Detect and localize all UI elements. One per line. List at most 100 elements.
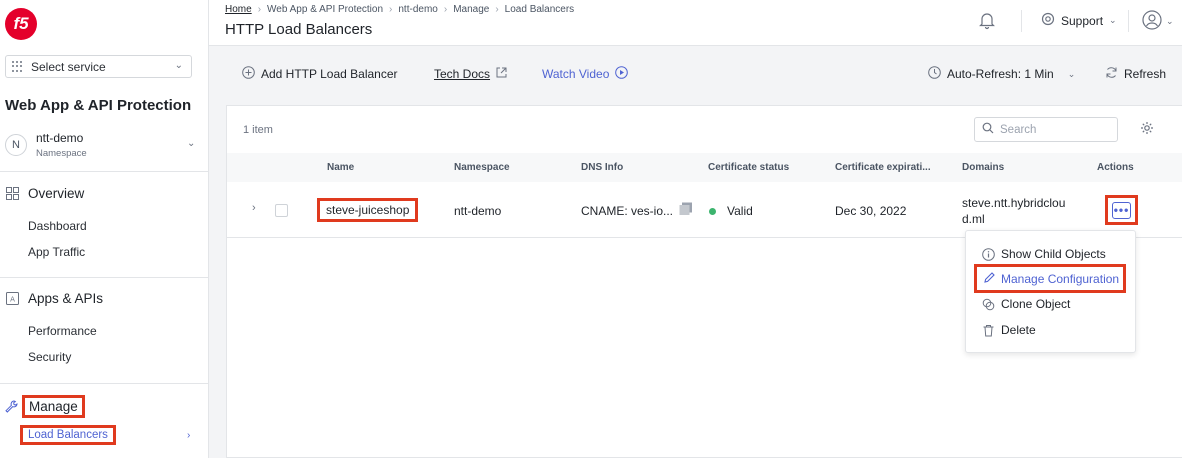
add-load-balancer-label: Add HTTP Load Balancer: [261, 67, 398, 81]
external-link-icon: [496, 66, 507, 81]
menu-item-delete[interactable]: Delete: [982, 323, 1036, 337]
refresh-label: Refresh: [1124, 67, 1167, 81]
play-circle-icon: [615, 66, 629, 82]
row-certificate-status: Valid: [727, 204, 753, 218]
auto-refresh-select[interactable]: Auto-Refresh: 1 Min ⌄: [928, 66, 1075, 82]
support-label: Support: [1061, 13, 1104, 28]
row-actions-menu: Show Child Objects Manage Configuration …: [965, 230, 1136, 353]
row-actions-button[interactable]: •••: [1105, 195, 1138, 225]
plus-circle-icon: [242, 66, 255, 82]
menu-item-show-child-objects[interactable]: Show Child Objects: [982, 247, 1106, 261]
row-domains-line1: steve.ntt.hybridclou: [962, 196, 1066, 210]
breadcrumb-item[interactable]: ntt-demo: [398, 4, 437, 15]
page-title: HTTP Load Balancers: [225, 21, 373, 38]
breadcrumb-home[interactable]: Home: [225, 4, 252, 15]
namespace-label: Namespace: [36, 148, 87, 159]
pencil-icon: [983, 271, 996, 287]
trash-icon: [982, 324, 995, 337]
breadcrumb-item[interactable]: Manage: [453, 4, 489, 15]
chevron-down-icon: ⌄: [1166, 16, 1174, 26]
search-placeholder: Search: [1000, 123, 1037, 136]
menu-item-manage-configuration[interactable]: Manage Configuration: [974, 264, 1126, 293]
header-divider: [1021, 10, 1022, 32]
menu-item-label: Manage Configuration: [1001, 271, 1120, 286]
breadcrumb-separator: ›: [257, 4, 262, 15]
breadcrumb-separator: ›: [443, 4, 448, 15]
service-select-label: Select service: [31, 59, 106, 74]
namespace-avatar: N: [5, 134, 27, 156]
watch-video-label: Watch Video: [542, 67, 610, 81]
column-header-namespace[interactable]: Namespace: [454, 162, 510, 173]
user-avatar-icon: [1142, 10, 1162, 33]
row-domains-line2: d.ml: [962, 212, 985, 226]
breadcrumb-separator: ›: [389, 4, 393, 15]
sidebar-divider: [0, 277, 208, 278]
row-dns-info: CNAME: ves-io...: [581, 204, 674, 218]
support-gear-icon: [1041, 12, 1055, 29]
row-certificate-expiration: Dec 30, 2022: [835, 204, 907, 218]
column-header-dns-info[interactable]: DNS Info: [581, 162, 623, 173]
menu-item-clone-object[interactable]: Clone Object: [982, 297, 1070, 311]
row-checkbox[interactable]: [275, 204, 288, 217]
item-count: 1 item: [243, 124, 273, 136]
chevron-down-icon: ⌄: [187, 138, 196, 149]
chevron-down-icon: ⌄: [1067, 68, 1076, 79]
menu-item-label: Show Child Objects: [1001, 247, 1106, 261]
breadcrumb-item: Load Balancers: [504, 4, 575, 15]
expand-row-chevron-icon[interactable]: ›: [252, 202, 256, 214]
sidebar-item-load-balancers[interactable]: Load Balancers: [20, 425, 116, 445]
sidebar-item-app-traffic[interactable]: App Traffic: [28, 245, 85, 259]
sidebar-section-label: Manage: [22, 395, 85, 418]
sidebar-divider: [0, 383, 208, 384]
sidebar: f5 Select service ⌄ Web App & API Protec…: [0, 0, 209, 458]
column-header-certificate-expiration[interactable]: Certificate expirati...: [835, 162, 931, 173]
sidebar-item-dashboard[interactable]: Dashboard: [28, 219, 87, 233]
toolbar: Add HTTP Load Balancer Tech Docs Watch V…: [226, 59, 1182, 91]
svg-text:A: A: [10, 295, 15, 303]
namespace-selector[interactable]: N ntt-demo Namespace ⌄: [0, 128, 208, 172]
clone-icon: [982, 298, 995, 311]
search-input[interactable]: Search: [974, 117, 1118, 142]
info-icon: [982, 247, 995, 261]
refresh-button[interactable]: Refresh: [1105, 66, 1166, 82]
apps-apis-icon: A: [5, 291, 19, 306]
copy-icon[interactable]: [679, 202, 692, 215]
sidebar-item-performance[interactable]: Performance: [28, 324, 97, 338]
sidebar-section-apps[interactable]: A Apps & APIs: [5, 291, 103, 306]
sidebar-section-overview[interactable]: Overview: [5, 186, 84, 201]
table-settings-gear-icon[interactable]: [1140, 121, 1154, 138]
support-menu[interactable]: Support ⌄: [1041, 12, 1117, 29]
bell-icon[interactable]: [977, 10, 997, 30]
page-header: Home › Web App & API Protection › ntt-de…: [209, 0, 1182, 46]
f5-logo[interactable]: f5: [5, 8, 37, 40]
breadcrumb-item[interactable]: Web App & API Protection: [267, 4, 383, 15]
sidebar-section-label: Overview: [28, 186, 85, 201]
row-namespace: ntt-demo: [454, 204, 502, 218]
breadcrumb-separator: ›: [495, 4, 499, 15]
search-icon: [982, 122, 994, 137]
column-header-certificate-status[interactable]: Certificate status: [708, 162, 789, 173]
tech-docs-link[interactable]: Tech Docs: [434, 66, 507, 81]
add-load-balancer-button[interactable]: Add HTTP Load Balancer: [242, 66, 398, 82]
service-select[interactable]: Select service ⌄: [5, 55, 192, 78]
refresh-icon: [1105, 66, 1118, 82]
user-menu[interactable]: ⌄: [1142, 10, 1174, 33]
sidebar-section-manage[interactable]: Manage: [5, 395, 85, 418]
column-header-domains[interactable]: Domains: [962, 162, 1004, 173]
namespace-name: ntt-demo: [36, 131, 84, 145]
sidebar-item-security[interactable]: Security: [28, 350, 71, 364]
more-actions-icon: •••: [1112, 201, 1131, 219]
tech-docs-label: Tech Docs: [434, 66, 491, 81]
watch-video-link[interactable]: Watch Video: [542, 66, 629, 82]
app-title: Web App & API Protection: [5, 97, 192, 114]
chevron-right-icon: ›: [187, 430, 191, 441]
column-header-actions: Actions: [1097, 162, 1134, 173]
chevron-down-icon: ⌄: [174, 60, 183, 71]
chevron-down-icon: ⌄: [1109, 15, 1117, 25]
clock-icon: [928, 66, 941, 82]
table-header: Name Namespace DNS Info Certificate stat…: [227, 153, 1182, 182]
column-header-name[interactable]: Name: [327, 162, 354, 173]
load-balancer-name[interactable]: steve-juiceshop: [317, 198, 419, 222]
menu-item-label: Clone Object: [1001, 297, 1071, 311]
header-divider: [1128, 10, 1129, 32]
